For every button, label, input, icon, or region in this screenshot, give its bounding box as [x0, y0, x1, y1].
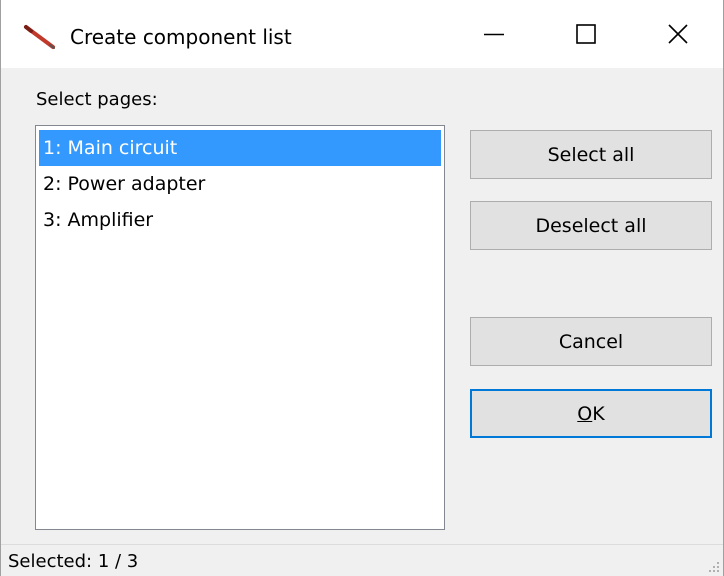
- deselect-all-button[interactable]: Deselect all: [470, 201, 712, 250]
- maximize-button[interactable]: [540, 0, 632, 68]
- pen-icon: [24, 25, 55, 49]
- resize-grip-icon[interactable]: [705, 558, 721, 574]
- status-bar-divider: [1, 544, 723, 545]
- ok-label-rest: K: [592, 402, 605, 425]
- pages-listbox[interactable]: 1: Main circuit 2: Power adapter 3: Ampl…: [35, 125, 445, 530]
- window-title: Create component list: [70, 25, 292, 49]
- minimize-icon: [484, 33, 504, 36]
- select-all-button[interactable]: Select all: [470, 130, 712, 179]
- create-component-list-dialog: Create component list Select pages: 1: M…: [0, 0, 724, 576]
- list-item-page-2[interactable]: 2: Power adapter: [39, 166, 441, 202]
- title-bar[interactable]: Create component list: [1, 0, 723, 68]
- list-item-page-3[interactable]: 3: Amplifier: [39, 202, 441, 238]
- list-item-page-1[interactable]: 1: Main circuit: [39, 130, 441, 166]
- maximize-icon: [576, 24, 596, 44]
- close-icon: [668, 24, 688, 44]
- select-pages-label: Select pages:: [36, 89, 158, 110]
- ok-button-label: OK: [577, 403, 604, 425]
- minimize-button[interactable]: [448, 0, 540, 68]
- cancel-button[interactable]: Cancel: [470, 317, 712, 366]
- ok-button[interactable]: OK: [470, 389, 712, 438]
- ok-accelerator: O: [577, 402, 593, 425]
- close-button[interactable]: [632, 0, 723, 68]
- status-selected-count: Selected: 1 / 3: [8, 551, 139, 572]
